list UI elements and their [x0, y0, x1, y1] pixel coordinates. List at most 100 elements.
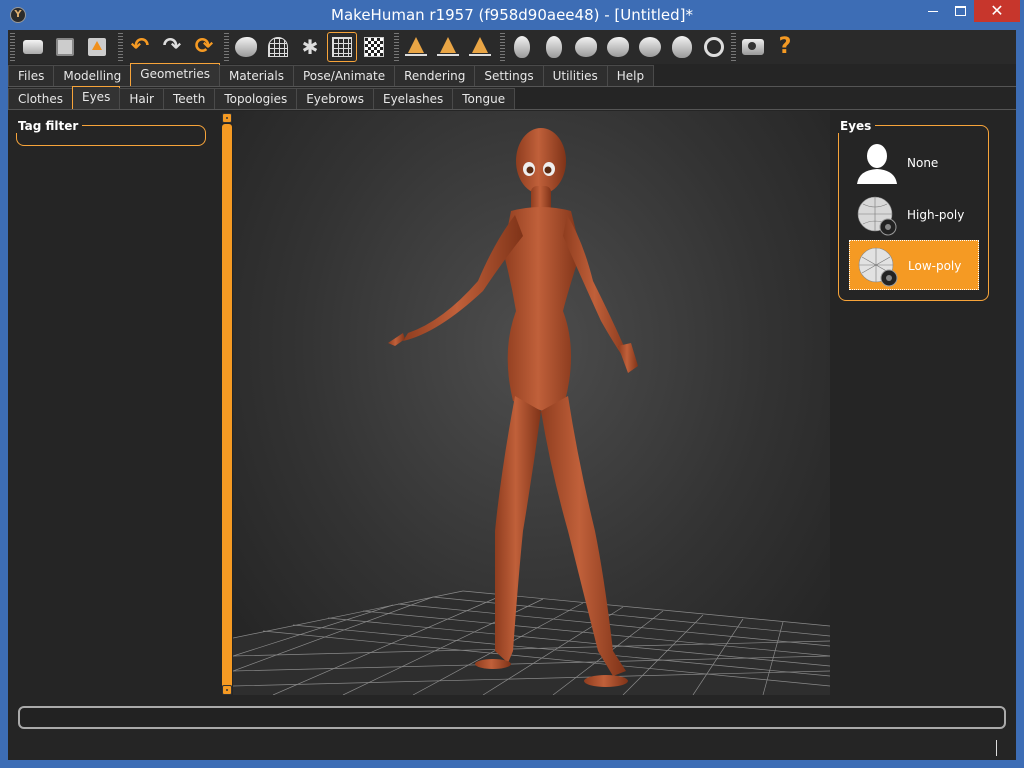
subtab-eyebrows[interactable]: Eyebrows: [296, 88, 374, 109]
bottom-view-button[interactable]: [667, 32, 697, 62]
eye-option-label: High-poly: [907, 208, 965, 222]
tab-materials[interactable]: Materials: [218, 65, 294, 86]
eyes-group: None High-poly Low-poly: [838, 125, 989, 301]
view-toolbar: ✱: [231, 32, 389, 62]
maximize-icon: [954, 6, 966, 16]
tab-pose-animate[interactable]: Pose/Animate: [292, 65, 396, 86]
floor-grid: [233, 590, 830, 695]
symmetry-toolbar: [401, 32, 495, 62]
toolbar-grip[interactable]: [500, 33, 505, 61]
export-button[interactable]: [82, 32, 112, 62]
close-button[interactable]: ✕: [974, 0, 1020, 22]
symmetry-icon: [469, 36, 491, 58]
right-view-icon: [607, 37, 629, 57]
redo-icon: ↷: [162, 34, 182, 59]
sub-tabs: Clothes Eyes Hair Teeth Topologies Eyebr…: [8, 86, 516, 110]
reset-camera-button[interactable]: [699, 32, 729, 62]
top-view-button[interactable]: [635, 32, 665, 62]
eyeball-icon: [857, 196, 897, 236]
reset-camera-icon: [704, 37, 724, 57]
3d-viewport[interactable]: [233, 111, 830, 695]
help-icon: ?: [778, 34, 792, 59]
new-icon: [23, 40, 43, 54]
subtab-eyelashes[interactable]: Eyelashes: [372, 88, 454, 109]
toolbar-grip[interactable]: [731, 33, 736, 61]
screenshot-icon: [742, 39, 764, 55]
tag-filter-title: Tag filter: [14, 119, 83, 133]
left-scroll-up[interactable]: [222, 113, 232, 123]
save-button[interactable]: [50, 32, 80, 62]
grid-button[interactable]: [327, 32, 357, 62]
left-view-icon: [575, 37, 597, 57]
symmetry-left-icon: [437, 36, 459, 58]
save-icon: [56, 38, 74, 56]
tab-modelling[interactable]: Modelling: [53, 65, 132, 86]
tab-utilities[interactable]: Utilities: [542, 65, 608, 86]
edit-toolbar: ↶ ↷ ⟳: [125, 32, 219, 62]
left-view-button[interactable]: [571, 32, 601, 62]
undo-icon: ↶: [130, 34, 150, 59]
subtab-hair[interactable]: Hair: [119, 88, 164, 109]
subtab-tongue[interactable]: Tongue: [452, 88, 516, 109]
titlebar: Y MakeHuman r1957 (f958d90aee48) - [Unti…: [0, 0, 1024, 30]
screenshot-button[interactable]: [738, 32, 768, 62]
bottom-view-icon: [672, 36, 692, 58]
front-view-button[interactable]: [507, 32, 537, 62]
help-button[interactable]: ?: [770, 32, 800, 62]
smooth-button[interactable]: [231, 32, 261, 62]
subtab-teeth[interactable]: Teeth: [162, 88, 216, 109]
symmetry-right-icon: [405, 36, 427, 58]
maximize-button[interactable]: [947, 0, 973, 22]
top-view-icon: [639, 37, 661, 57]
symmetry-left-button[interactable]: [433, 32, 463, 62]
toolbar-grip[interactable]: [118, 33, 123, 61]
status-separator: [996, 740, 997, 756]
wireframe-button[interactable]: [263, 32, 293, 62]
symmetry-button[interactable]: [465, 32, 495, 62]
minimize-icon: [928, 10, 938, 12]
main-window: ↶ ↷ ⟳ ✱ ? Files Modelling Geometries Mat…: [8, 30, 1016, 760]
left-panel: Tag filter: [8, 110, 218, 700]
eyeball-icon: [858, 247, 898, 287]
eye-option-label: None: [907, 156, 939, 170]
right-panel: None High-poly Low-poly Eyes: [836, 110, 1016, 700]
camera-toolbar: [507, 32, 729, 62]
tab-rendering[interactable]: Rendering: [394, 65, 476, 86]
toolbar-grip[interactable]: [10, 33, 15, 61]
symmetry-right-button[interactable]: [401, 32, 431, 62]
subtab-topologies[interactable]: Topologies: [214, 88, 298, 109]
tab-geometries[interactable]: Geometries: [130, 63, 220, 86]
undo-button[interactable]: ↶: [125, 32, 155, 62]
left-scroll-down[interactable]: [222, 685, 232, 695]
back-view-button[interactable]: [539, 32, 569, 62]
subtab-clothes[interactable]: Clothes: [8, 88, 73, 109]
eye-option-label: Low-poly: [908, 259, 962, 273]
tab-settings[interactable]: Settings: [474, 65, 544, 86]
new-button[interactable]: [18, 32, 48, 62]
smooth-icon: [235, 37, 257, 57]
status-progress-bar: [18, 706, 1006, 729]
tab-help[interactable]: Help: [606, 65, 655, 86]
silhouette-icon: [857, 144, 897, 184]
toolbar-grip[interactable]: [224, 33, 229, 61]
wireframe-icon: [268, 37, 288, 57]
eye-option-none[interactable]: None: [849, 138, 979, 188]
reset-button[interactable]: ⟳: [189, 32, 219, 62]
export-icon: [88, 38, 106, 56]
window-title: MakeHuman r1957 (f958d90aee48) - [Untitl…: [331, 6, 693, 24]
subtab-eyes[interactable]: Eyes: [72, 86, 121, 109]
redo-button[interactable]: ↷: [157, 32, 187, 62]
misc-toolbar: ?: [738, 32, 800, 62]
model-scene: [233, 128, 830, 695]
toolbar-grip[interactable]: [394, 33, 399, 61]
close-icon: ✕: [990, 1, 1004, 20]
background-button[interactable]: [359, 32, 389, 62]
grid-icon: [332, 37, 352, 57]
eye-option-high-poly[interactable]: High-poly: [849, 190, 979, 240]
tab-files[interactable]: Files: [8, 65, 55, 86]
pose-button[interactable]: ✱: [295, 32, 325, 62]
left-panel-scrollbar[interactable]: [222, 124, 232, 688]
eye-option-low-poly[interactable]: Low-poly: [849, 240, 979, 290]
right-view-button[interactable]: [603, 32, 633, 62]
minimize-button[interactable]: [920, 0, 946, 22]
